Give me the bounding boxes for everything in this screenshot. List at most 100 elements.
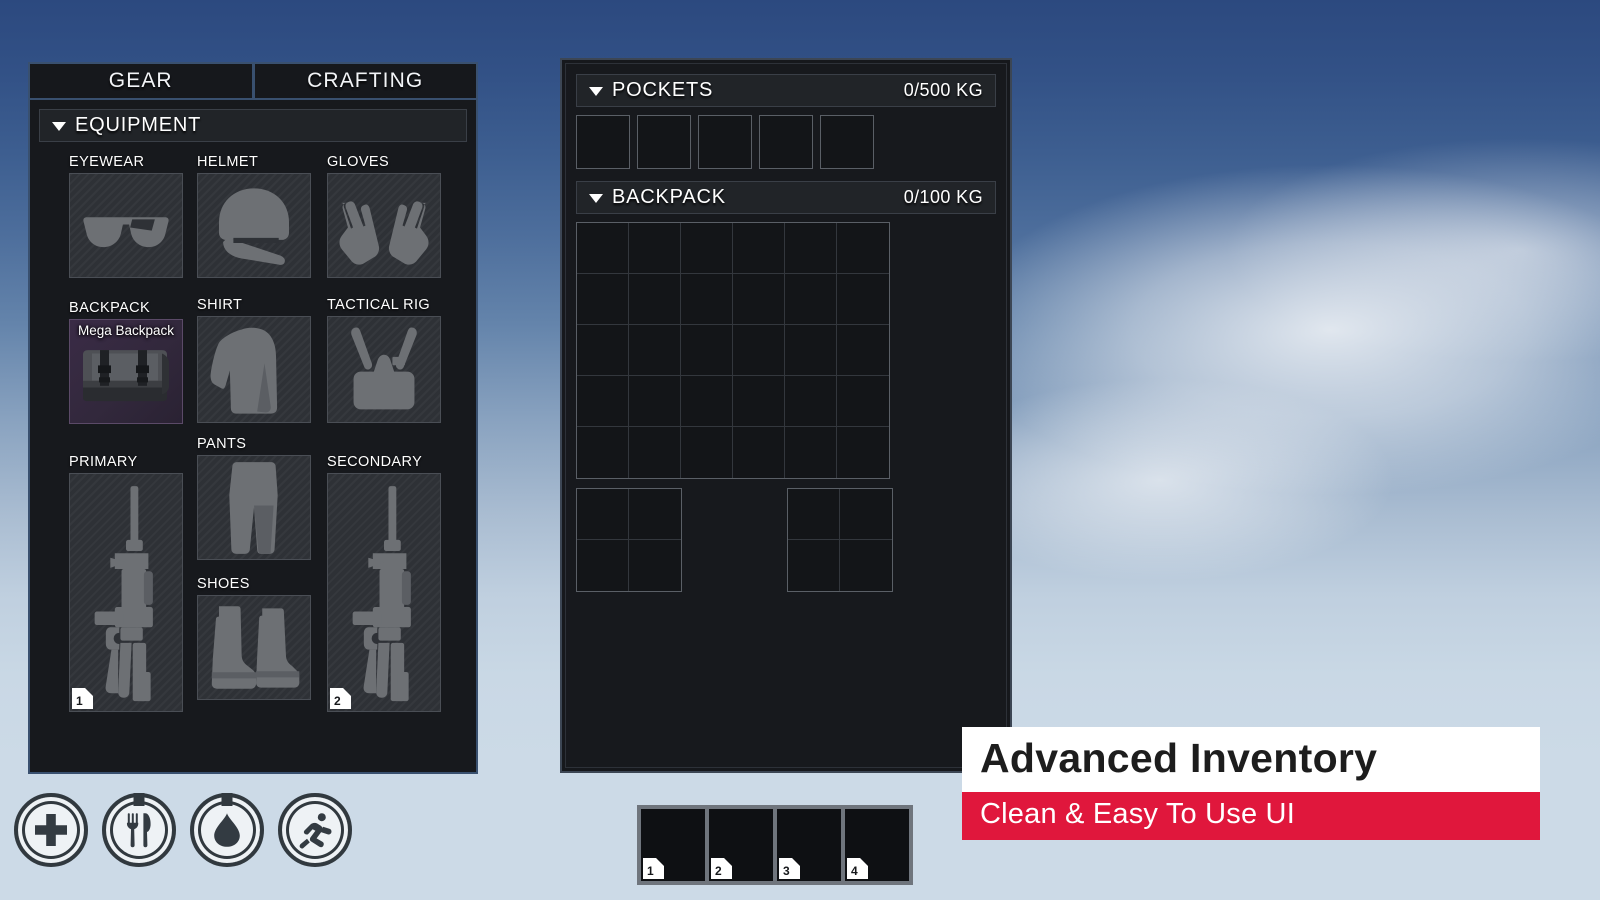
storage-cell[interactable] — [837, 376, 889, 427]
storage-cell[interactable] — [733, 427, 785, 478]
storage-cell[interactable] — [629, 376, 681, 427]
storage-cell[interactable] — [837, 274, 889, 325]
hotbar-key-badge: 1 — [643, 858, 664, 879]
pockets-title: POCKETS — [612, 79, 714, 101]
brand-banner: Advanced Inventory Clean & Easy To Use U… — [962, 727, 1540, 840]
equipment-slot-shoes[interactable]: SHOES — [197, 576, 312, 700]
storage-cell[interactable] — [629, 427, 681, 478]
backpack-main-grid[interactable] — [576, 222, 890, 479]
pocket-slot[interactable] — [576, 115, 630, 169]
slot-label-gloves: GLOVES — [327, 154, 390, 170]
equipment-slot-primary[interactable]: PRIMARY 1 — [69, 454, 184, 712]
hotbar-slot[interactable]: 3 — [777, 809, 841, 881]
storage-cell[interactable] — [577, 489, 629, 540]
storage-cell[interactable] — [837, 325, 889, 376]
pocket-slot[interactable] — [759, 115, 813, 169]
backpack-sub-grid[interactable] — [787, 488, 893, 592]
chevron-down-icon — [52, 122, 66, 131]
storage-cell[interactable] — [788, 489, 840, 540]
player-status-bar — [14, 793, 352, 867]
slot-box-backpack[interactable]: Mega Backpack — [69, 319, 183, 424]
tab-crafting[interactable]: CRAFTING — [253, 62, 478, 100]
storage-cell[interactable] — [577, 427, 629, 478]
storage-cell[interactable] — [681, 274, 733, 325]
storage-cell[interactable] — [837, 223, 889, 274]
tab-gear-label: GEAR — [108, 69, 173, 92]
hotbar-slot[interactable]: 1 — [641, 809, 705, 881]
slot-box-tactical-rig[interactable] — [327, 316, 441, 423]
hotbar-slot[interactable]: 2 — [709, 809, 773, 881]
status-stamina[interactable] — [278, 793, 352, 867]
tactical-rig-icon — [351, 327, 417, 410]
slot-box-helmet[interactable] — [197, 173, 311, 278]
status-water[interactable] — [190, 793, 264, 867]
storage-cell[interactable] — [840, 540, 892, 591]
hotbar-slot[interactable]: 4 — [845, 809, 909, 881]
pockets-section-header[interactable]: POCKETS 0/500 KG — [576, 74, 996, 107]
backpack-sub-grid[interactable] — [576, 488, 682, 592]
equipment-slot-pants[interactable]: PANTS — [197, 436, 312, 560]
equipment-slot-gloves[interactable]: GLOVES — [327, 154, 442, 278]
storage-cell[interactable] — [577, 540, 629, 591]
hotbar-key-badge: 2 — [711, 858, 732, 879]
slot-box-shirt[interactable] — [197, 316, 311, 423]
tab-gear[interactable]: GEAR — [28, 62, 254, 100]
slot-box-secondary[interactable]: 2 — [327, 473, 441, 712]
hotbar-key-badge: 4 — [847, 858, 868, 879]
storage-cell[interactable] — [785, 223, 837, 274]
slot-label-helmet: HELMET — [197, 154, 259, 170]
health-cross-icon — [35, 814, 67, 846]
storage-cell[interactable] — [629, 325, 681, 376]
slot-label-shoes: SHOES — [197, 576, 250, 592]
storage-cell[interactable] — [629, 223, 681, 274]
storage-cell[interactable] — [785, 274, 837, 325]
pocket-slot[interactable] — [698, 115, 752, 169]
storage-cell[interactable] — [733, 223, 785, 274]
status-health[interactable] — [14, 793, 88, 867]
tab-crafting-label: CRAFTING — [307, 69, 424, 92]
storage-cell[interactable] — [785, 325, 837, 376]
storage-cell[interactable] — [681, 376, 733, 427]
slot-label-secondary: SECONDARY — [327, 454, 423, 470]
storage-cell[interactable] — [629, 540, 681, 591]
gear-panel: GEAR CRAFTING EQUIPMENT EYEWEAR HELMET G… — [28, 62, 478, 774]
storage-cell[interactable] — [785, 376, 837, 427]
equipment-slot-eyewear[interactable]: EYEWEAR — [69, 154, 184, 278]
storage-cell[interactable] — [681, 223, 733, 274]
status-food[interactable] — [102, 793, 176, 867]
storage-cell[interactable] — [629, 274, 681, 325]
storage-cell[interactable] — [840, 489, 892, 540]
storage-cell[interactable] — [577, 274, 629, 325]
rifle-icon — [94, 486, 153, 702]
equipment-section-title: EQUIPMENT — [75, 114, 202, 136]
equipment-slot-backpack[interactable]: BACKPACK Mega Backpack — [69, 300, 184, 424]
equipment-slot-tactical-rig[interactable]: TACTICAL RIG — [327, 297, 442, 423]
pocket-slot[interactable] — [637, 115, 691, 169]
slot-box-shoes[interactable] — [197, 595, 311, 700]
equipment-slot-helmet[interactable]: HELMET — [197, 154, 312, 278]
rifle-icon — [352, 486, 411, 702]
slot-box-pants[interactable] — [197, 455, 311, 560]
slot-box-gloves[interactable] — [327, 173, 441, 278]
storage-cell[interactable] — [681, 325, 733, 376]
backpack-section-header[interactable]: BACKPACK 0/100 KG — [576, 181, 996, 214]
storage-cell[interactable] — [733, 376, 785, 427]
storage-cell[interactable] — [785, 427, 837, 478]
water-drop-icon — [214, 813, 240, 847]
storage-cell[interactable] — [629, 489, 681, 540]
storage-cell[interactable] — [681, 427, 733, 478]
slot-box-primary[interactable]: 1 — [69, 473, 183, 712]
storage-cell[interactable] — [733, 325, 785, 376]
pocket-slot[interactable] — [820, 115, 874, 169]
storage-cell[interactable] — [788, 540, 840, 591]
equipment-slot-secondary[interactable]: SECONDARY 2 — [327, 454, 442, 712]
storage-cell[interactable] — [733, 274, 785, 325]
storage-cell[interactable] — [577, 376, 629, 427]
storage-cell[interactable] — [837, 427, 889, 478]
storage-panel: POCKETS 0/500 KG BACKPACK 0/100 KG — [560, 58, 1012, 773]
equipment-section-header[interactable]: EQUIPMENT — [39, 109, 467, 142]
storage-cell[interactable] — [577, 223, 629, 274]
equipment-slot-shirt[interactable]: SHIRT — [197, 297, 312, 423]
slot-box-eyewear[interactable] — [69, 173, 183, 278]
storage-cell[interactable] — [577, 325, 629, 376]
